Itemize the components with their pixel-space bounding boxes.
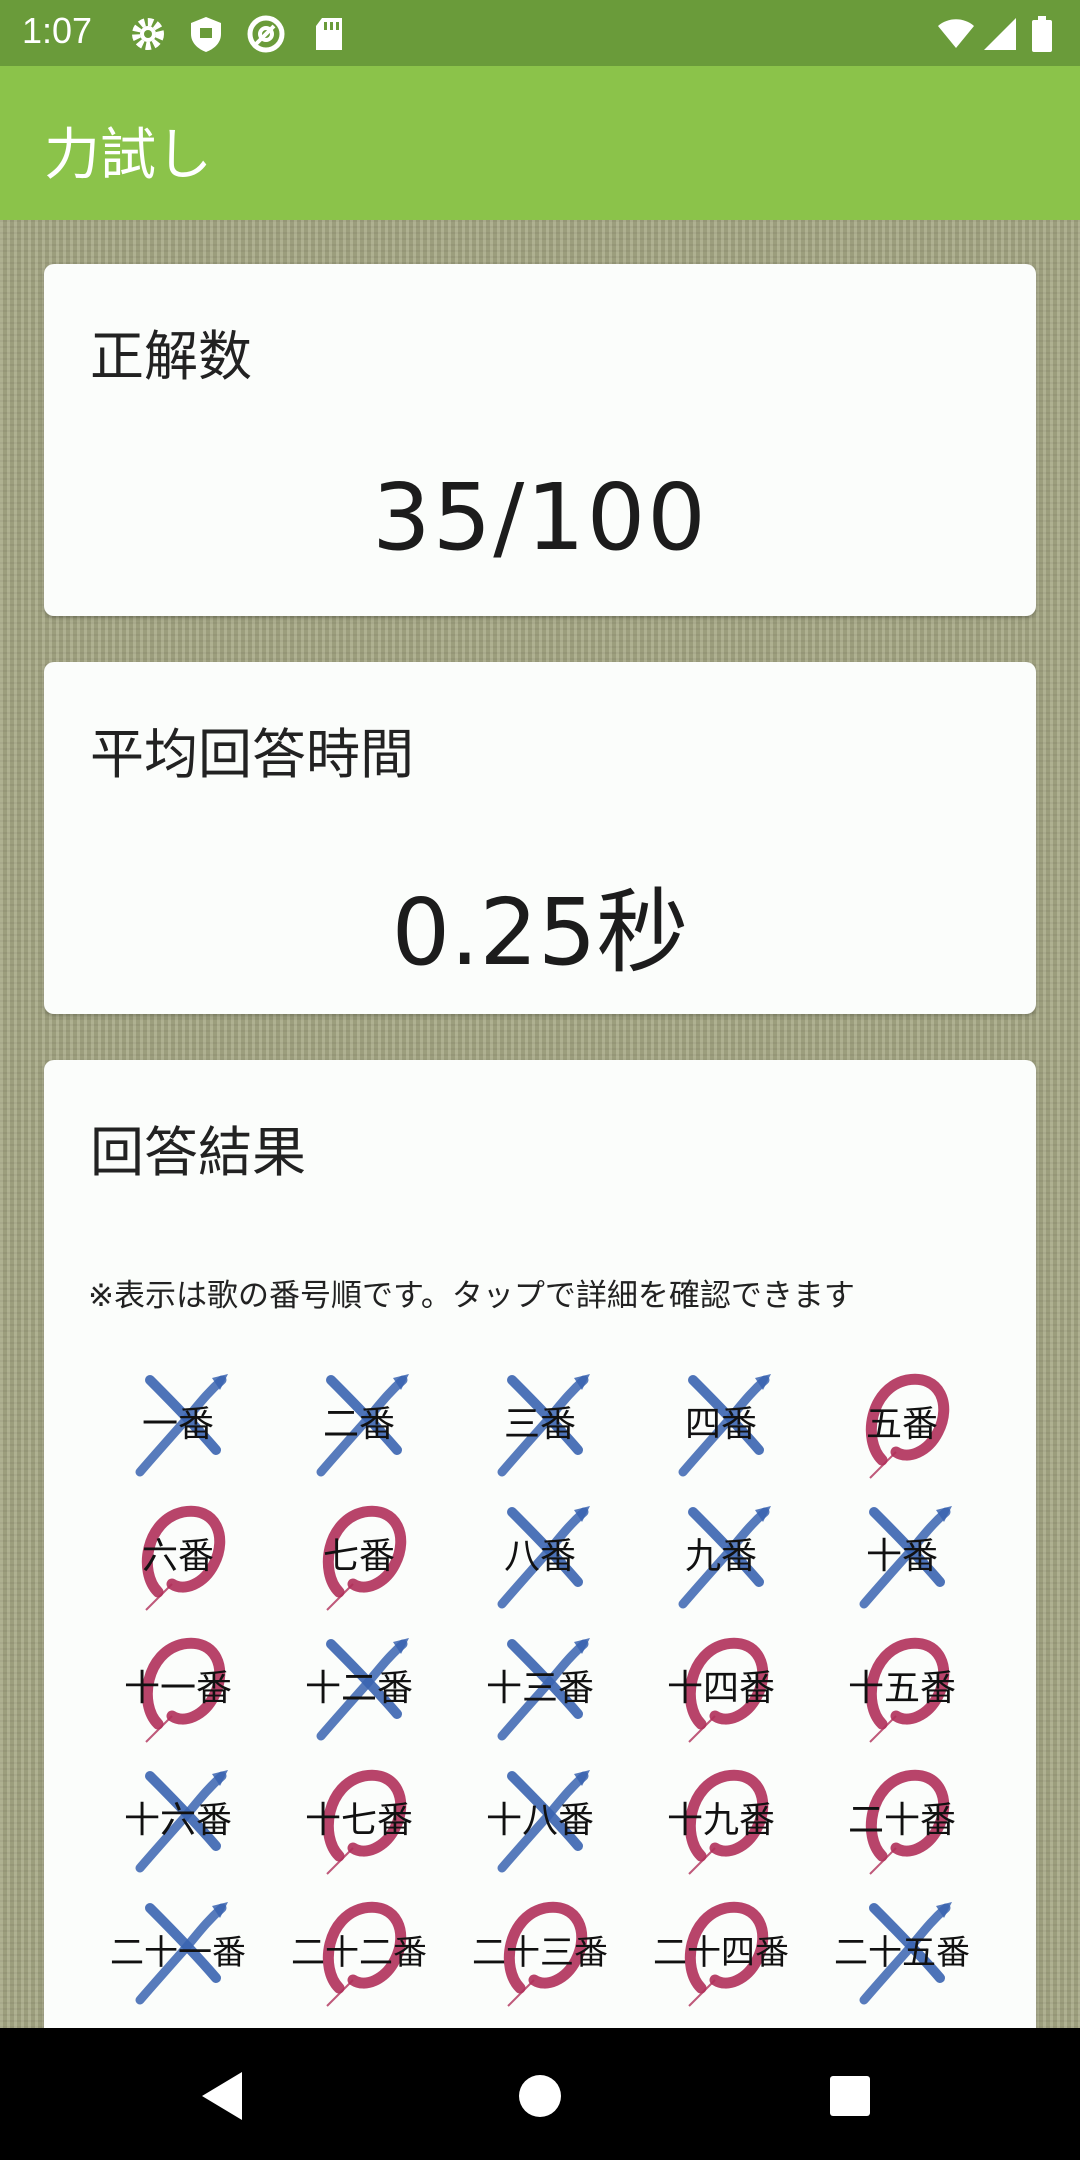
result-item-label: 十九番	[666, 1800, 775, 1841]
result-item-label: 四番	[684, 1404, 757, 1445]
back-icon[interactable]	[198, 2070, 246, 2126]
result-item[interactable]: 十六番	[88, 1756, 268, 1886]
result-item-label: 九番	[684, 1536, 757, 1577]
result-item[interactable]: 四番	[631, 1360, 811, 1490]
signal-icon	[980, 14, 1020, 54]
result-item-label: 五番	[865, 1404, 938, 1445]
result-item-label: 二十五番	[834, 1933, 970, 1973]
results-note: ※表示は歌の番号順です。タップで詳細を確認できます	[88, 1278, 855, 1314]
result-item[interactable]: 十七番	[269, 1756, 449, 1886]
result-item-label: 十五番	[847, 1668, 956, 1709]
score-card: 正解数 35/100	[44, 264, 1036, 616]
result-item-label: 六番	[141, 1536, 214, 1577]
result-item[interactable]: 十二番	[269, 1624, 449, 1754]
average-time-value: 0.25秒	[391, 879, 689, 986]
result-item[interactable]: 十四番	[631, 1624, 811, 1754]
result-item[interactable]: 二番	[269, 1360, 449, 1490]
result-item[interactable]: 十番	[812, 1492, 992, 1622]
at-sync-icon	[246, 14, 286, 54]
result-item[interactable]: 十一番	[88, 1624, 268, 1754]
status-time: 1:07	[22, 10, 93, 51]
result-item[interactable]: 十八番	[450, 1756, 630, 1886]
result-item-label: 二番	[322, 1404, 395, 1445]
result-item[interactable]: 六番	[88, 1492, 268, 1622]
result-item-label: 一番	[141, 1404, 214, 1445]
home-icon[interactable]	[516, 2072, 564, 2124]
result-item-label: 二十三番	[472, 1933, 608, 1973]
score-value: 35/100	[372, 464, 708, 571]
result-item-label: 二十一番	[110, 1933, 246, 1973]
result-item-label: 二十二番	[291, 1933, 427, 1973]
page-title: 力試し	[44, 123, 212, 188]
result-item-label: 三番	[503, 1404, 576, 1445]
result-item[interactable]: 八番	[450, 1492, 630, 1622]
results-title: 回答結果	[90, 1121, 306, 1184]
result-item-label: 二十番	[847, 1800, 956, 1841]
result-item[interactable]: 二十番	[812, 1756, 992, 1886]
result-item[interactable]: 五番	[812, 1360, 992, 1490]
results-card: 回答結果 ※表示は歌の番号順です。タップで詳細を確認できます 一番 二番 三番 四番 五…	[44, 1060, 1036, 2028]
result-item[interactable]: 一番	[88, 1360, 268, 1490]
average-time-card: 平均回答時間 0.25秒	[44, 662, 1036, 1014]
result-item[interactable]: 二十一番	[88, 1888, 268, 2018]
result-item-label: 十四番	[666, 1668, 775, 1709]
result-item[interactable]: 二十二番	[269, 1888, 449, 2018]
average-time-title: 平均回答時間	[90, 723, 414, 786]
result-item-label: 七番	[322, 1536, 395, 1577]
shield-icon	[186, 14, 226, 54]
result-item[interactable]: 十五番	[812, 1624, 992, 1754]
app-bar: 力試し	[0, 66, 1080, 220]
result-item[interactable]: 二十三番	[450, 1888, 630, 2018]
navigation-bar	[0, 2028, 1080, 2160]
score-title: 正解数	[90, 325, 252, 388]
sd-card-icon	[310, 14, 350, 54]
result-item[interactable]: 七番	[269, 1492, 449, 1622]
gear-icon	[128, 14, 168, 54]
wifi-icon	[936, 14, 976, 54]
result-item[interactable]: 九番	[631, 1492, 811, 1622]
result-item-label: 十八番	[485, 1800, 594, 1841]
recents-icon[interactable]	[828, 2074, 872, 2122]
battery-icon	[1030, 14, 1054, 54]
result-item-label: 十一番	[123, 1668, 232, 1709]
result-item[interactable]: 二十四番	[631, 1888, 811, 2018]
result-item[interactable]: 三番	[450, 1360, 630, 1490]
result-item-label: 十七番	[304, 1800, 413, 1841]
content-area[interactable]: 正解数 35/100 平均回答時間 0.25秒 回答結果 ※表示は歌の番号順です…	[0, 220, 1080, 2028]
result-item[interactable]: 十三番	[450, 1624, 630, 1754]
result-item[interactable]: 二十五番	[812, 1888, 992, 2018]
result-item-label: 十六番	[123, 1800, 232, 1841]
result-item-label: 十三番	[485, 1668, 594, 1709]
result-item-label: 二十四番	[653, 1933, 789, 1973]
result-item-label: 八番	[503, 1536, 576, 1577]
result-item[interactable]: 十九番	[631, 1756, 811, 1886]
result-item-label: 十番	[865, 1536, 938, 1577]
result-item-label: 十二番	[304, 1668, 413, 1709]
status-bar: 1:07	[0, 0, 1080, 66]
